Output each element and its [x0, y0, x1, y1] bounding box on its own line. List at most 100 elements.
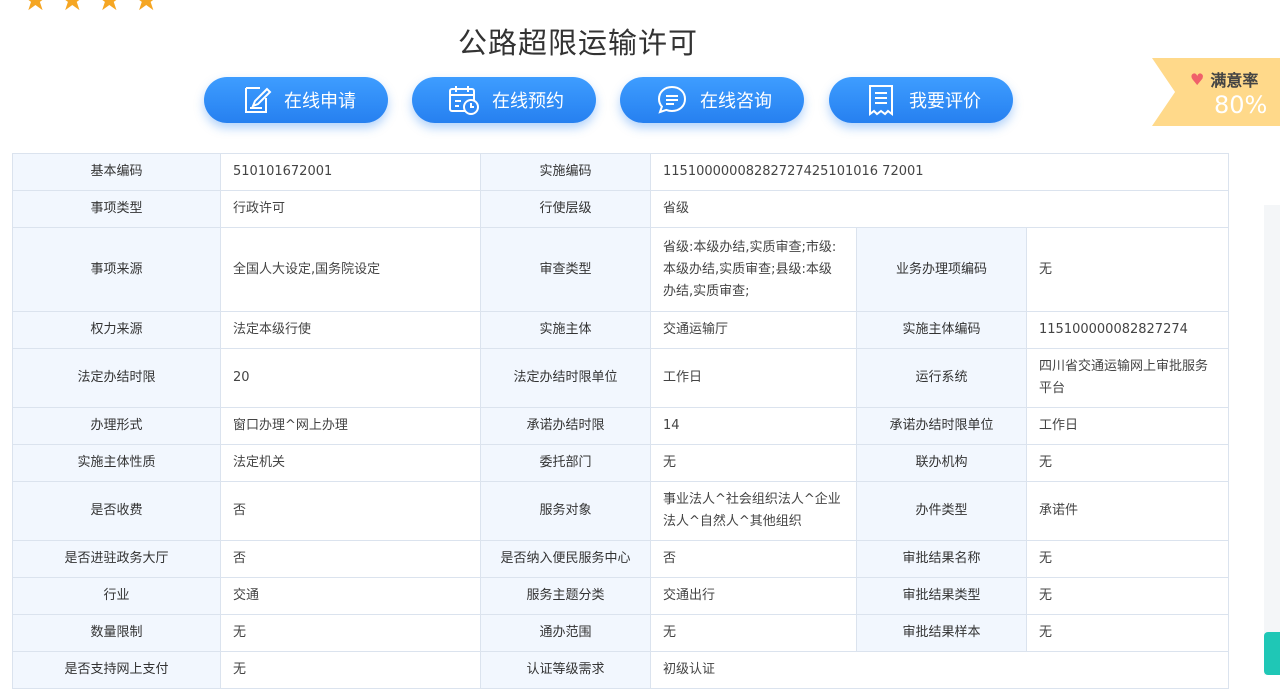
- field-value: 交通: [220, 577, 481, 615]
- field-label: 行业: [12, 577, 221, 615]
- table-row: 基本编码 510101672001 实施编码 11510000008282727…: [12, 153, 1230, 191]
- satisfaction-label: 满意率: [1210, 71, 1259, 90]
- field-label: 承诺办结时限单位: [856, 407, 1027, 445]
- field-value: 省级: [649, 190, 1230, 228]
- field-value: 法定本级行使: [220, 311, 481, 349]
- table-row: 数量限制 无 通办范围 无 审批结果样本 无: [12, 614, 1230, 652]
- field-label: 实施主体: [480, 311, 651, 349]
- field-value: 无: [220, 651, 481, 689]
- table-row: 是否收费 否 服务对象 事业法人^社会组织法人^企业法人^自然人^其他组织 办件…: [12, 481, 1230, 541]
- action-bar: 在线申请 在线预约 在线咨询 我要评价: [0, 77, 1280, 125]
- receipt-list-icon: [863, 82, 899, 118]
- table-row: 事项来源 全国人大设定,国务院设定 审查类型 省级:本级办结,实质审查;市级:本…: [12, 227, 1230, 312]
- table-row: 权力来源 法定本级行使 实施主体 交通运输厅 实施主体编码 1151000000…: [12, 311, 1230, 349]
- field-value: 无: [1025, 614, 1230, 652]
- field-value: 工作日: [1025, 407, 1230, 445]
- field-label: 实施主体编码: [856, 311, 1027, 349]
- table-row: 行业 交通 服务主题分类 交通出行 审批结果类型 无: [12, 577, 1230, 615]
- chat-bubble-icon: [654, 82, 690, 118]
- field-label: 通办范围: [480, 614, 651, 652]
- field-label: 是否进驻政务大厅: [12, 540, 221, 578]
- field-label: 实施编码: [480, 153, 651, 191]
- field-label: 委托部门: [480, 444, 651, 482]
- details-table: 基本编码 510101672001 实施编码 11510000008282727…: [12, 153, 1230, 689]
- field-label: 审批结果名称: [856, 540, 1027, 578]
- field-value: 否: [220, 540, 481, 578]
- evaluate-button[interactable]: 我要评价: [829, 77, 1013, 123]
- field-value: 无: [650, 444, 857, 482]
- field-value: 无: [1025, 444, 1230, 482]
- field-label: 是否支持网上支付: [12, 651, 221, 689]
- field-label: 审批结果类型: [856, 577, 1027, 615]
- field-label: 服务主题分类: [480, 577, 651, 615]
- page-scrollbar[interactable]: [1264, 205, 1280, 675]
- field-value: 行政许可: [220, 190, 481, 228]
- field-label: 事项类型: [12, 190, 221, 228]
- field-label: 法定办结时限: [12, 348, 221, 408]
- field-value: 交通运输厅: [650, 311, 857, 349]
- field-value: 法定机关: [220, 444, 481, 482]
- field-label: 认证等级需求: [480, 651, 651, 689]
- field-label: 联办机构: [856, 444, 1027, 482]
- field-label: 权力来源: [12, 311, 221, 349]
- field-label: 基本编码: [12, 153, 221, 191]
- star-icon: ★: [22, 0, 49, 18]
- field-value: 无: [1025, 540, 1230, 578]
- online-booking-button[interactable]: 在线预约: [412, 77, 596, 123]
- field-value: 20: [220, 348, 481, 408]
- field-value: 115100000082827274: [1025, 311, 1230, 349]
- field-value: 11510000008282727425101016 72001: [649, 153, 1230, 191]
- field-value: 14: [650, 407, 857, 445]
- field-value: 交通出行: [650, 577, 857, 615]
- field-value: 否: [650, 540, 857, 578]
- online-consult-label: 在线咨询: [700, 91, 772, 112]
- star-icon: ★: [58, 0, 86, 18]
- field-value: 承诺件: [1025, 481, 1230, 541]
- online-apply-label: 在线申请: [284, 91, 356, 112]
- table-row: 办理形式 窗口办理^网上办理 承诺办结时限 14 承诺办结时限单位 工作日: [12, 407, 1230, 445]
- page-title: 公路超限运输许可: [458, 26, 699, 60]
- field-value: 无: [220, 614, 481, 652]
- star-icon: ★: [95, 0, 123, 18]
- field-value: 省级:本级办结,实质审查;市级:本级办结,实质审查;县级:本级办结,实质审查;: [650, 227, 857, 312]
- field-value: 无: [650, 614, 857, 652]
- field-label: 数量限制: [12, 614, 221, 652]
- field-label: 是否收费: [12, 481, 221, 541]
- field-value: 510101672001: [220, 153, 481, 191]
- field-label: 审批结果样本: [856, 614, 1027, 652]
- field-label: 审查类型: [480, 227, 651, 312]
- field-label: 办件类型: [856, 481, 1027, 541]
- field-label: 是否纳入便民服务中心: [480, 540, 651, 578]
- field-value: 否: [220, 481, 481, 541]
- table-row: 法定办结时限 20 法定办结时限单位 工作日 运行系统 四川省交通运输网上审批服…: [12, 348, 1230, 408]
- field-value: 初级认证: [649, 651, 1230, 689]
- field-value: 全国人大设定,国务院设定: [220, 227, 481, 312]
- online-booking-label: 在线预约: [492, 91, 564, 112]
- field-value: 四川省交通运输网上审批服务平台: [1025, 348, 1230, 408]
- table-row: 事项类型 行政许可 行使层级 省级: [12, 190, 1230, 228]
- table-row: 实施主体性质 法定机关 委托部门 无 联办机构 无: [12, 444, 1230, 482]
- edit-document-icon: [238, 82, 274, 118]
- evaluate-label: 我要评价: [909, 91, 981, 112]
- field-value: 工作日: [650, 348, 857, 408]
- satisfaction-value: 80%: [1214, 91, 1268, 119]
- field-value: 事业法人^社会组织法人^企业法人^自然人^其他组织: [650, 481, 857, 541]
- field-label: 业务办理项编码: [856, 227, 1027, 312]
- field-label: 法定办结时限单位: [480, 348, 651, 408]
- star-icon: ★: [132, 0, 160, 18]
- field-value: 无: [1025, 227, 1230, 312]
- online-consult-button[interactable]: 在线咨询: [620, 77, 804, 123]
- field-value: 窗口办理^网上办理: [220, 407, 481, 445]
- online-apply-button[interactable]: 在线申请: [204, 77, 388, 123]
- heart-icon: ♥: [1190, 69, 1205, 89]
- side-float-tab[interactable]: [1264, 632, 1280, 675]
- field-label: 承诺办结时限: [480, 407, 651, 445]
- table-row: 是否进驻政务大厅 否 是否纳入便民服务中心 否 审批结果名称 无: [12, 540, 1230, 578]
- field-label: 办理形式: [12, 407, 221, 445]
- field-label: 事项来源: [12, 227, 221, 312]
- field-label: 服务对象: [480, 481, 651, 541]
- field-label: 运行系统: [856, 348, 1027, 408]
- field-label: 实施主体性质: [12, 444, 221, 482]
- table-row: 是否支持网上支付 无 认证等级需求 初级认证: [12, 651, 1230, 689]
- field-value: 无: [1025, 577, 1230, 615]
